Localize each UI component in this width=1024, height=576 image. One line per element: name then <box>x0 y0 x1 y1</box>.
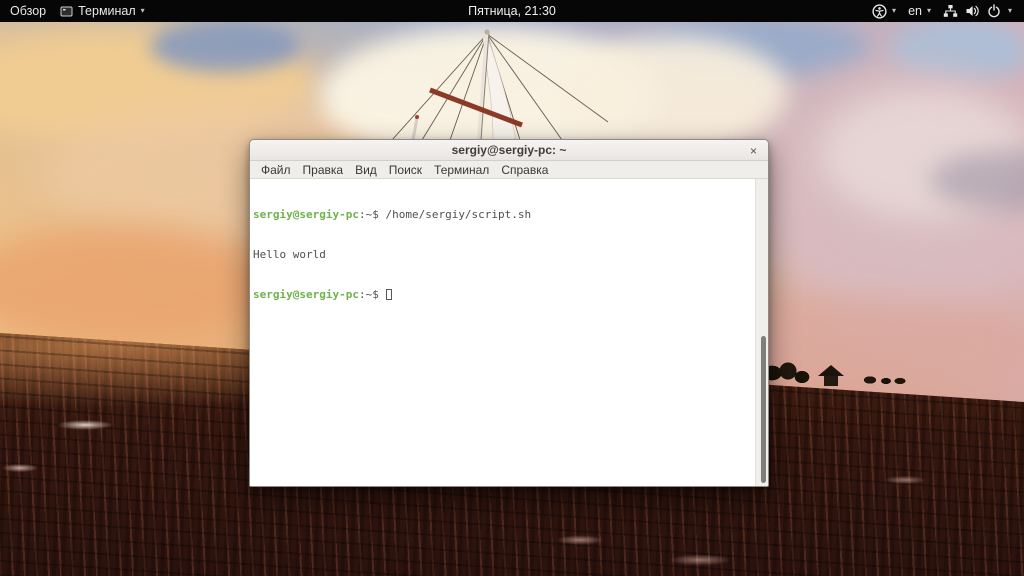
island-silhouette <box>762 355 922 391</box>
prompt-suffix: :~$ <box>359 288 379 301</box>
trees-silhouette <box>762 359 812 389</box>
accessibility-icon <box>872 4 887 19</box>
hut-roof <box>818 365 844 376</box>
chevron-down-icon: ▾ <box>1008 7 1012 15</box>
menu-item-search[interactable]: Поиск <box>383 163 428 177</box>
sky-patch <box>150 20 300 72</box>
terminal-cursor <box>386 289 392 300</box>
chevron-down-icon: ▾ <box>927 7 931 15</box>
terminal-line-output: Hello world <box>253 248 768 261</box>
menu-item-help[interactable]: Справка <box>495 163 554 177</box>
prompt-suffix: :~$ <box>359 208 379 221</box>
accessibility-menu-button[interactable]: ▾ <box>872 0 896 22</box>
window-menubar: Файл Правка Вид Поиск Терминал Справка <box>250 161 768 179</box>
terminal-text: sergiy@sergiy-pc:~$ /home/sergiy/script.… <box>250 179 768 328</box>
hut-base <box>824 376 838 386</box>
menu-item-edit[interactable]: Правка <box>297 163 350 177</box>
keyboard-layout-label: en <box>908 4 922 18</box>
volume-icon <box>965 4 980 18</box>
scrollbar-thumb[interactable] <box>761 336 766 483</box>
desktop: Обзор Терминал ▾ Пятница, 21:30 <box>0 0 1024 576</box>
keyboard-layout-button[interactable]: en ▾ <box>908 0 931 22</box>
wired-network-icon <box>943 4 958 18</box>
sailboat-mast <box>370 22 670 140</box>
prompt-user-host: sergiy@sergiy-pc <box>253 288 359 301</box>
command-text: /home/sergiy/script.sh <box>379 208 531 221</box>
clock-button[interactable]: Пятница, 21:30 <box>0 4 1024 18</box>
menu-item-terminal[interactable]: Терминал <box>428 163 495 177</box>
terminal-scrollbar[interactable] <box>755 179 768 486</box>
hut-silhouette <box>816 365 846 389</box>
shrubs-silhouette <box>862 373 908 385</box>
small-mast <box>413 118 417 140</box>
power-icon <box>987 4 1001 18</box>
terminal-window: sergiy@sergiy-pc: ~ × Файл Правка Вид По… <box>249 139 769 487</box>
prompt-user-host: sergiy@sergiy-pc <box>253 208 359 221</box>
system-menu-button[interactable]: ▾ <box>943 0 1012 22</box>
close-icon: × <box>750 144 757 158</box>
terminal-line-prompt: sergiy@sergiy-pc:~$ <box>253 288 768 301</box>
chevron-down-icon: ▾ <box>892 7 896 15</box>
window-titlebar[interactable]: sergiy@sergiy-pc: ~ × <box>250 140 768 161</box>
terminal-content[interactable]: sergiy@sergiy-pc:~$ /home/sergiy/script.… <box>250 179 768 486</box>
menu-item-file[interactable]: Файл <box>255 163 297 177</box>
menu-item-view[interactable]: Вид <box>349 163 383 177</box>
window-title: sergiy@sergiy-pc: ~ <box>452 143 567 157</box>
top-bar: Обзор Терминал ▾ Пятница, 21:30 <box>0 0 1024 22</box>
close-button[interactable]: × <box>746 143 761 158</box>
terminal-line-prompt-command: sergiy@sergiy-pc:~$ /home/sergiy/script.… <box>253 208 768 221</box>
